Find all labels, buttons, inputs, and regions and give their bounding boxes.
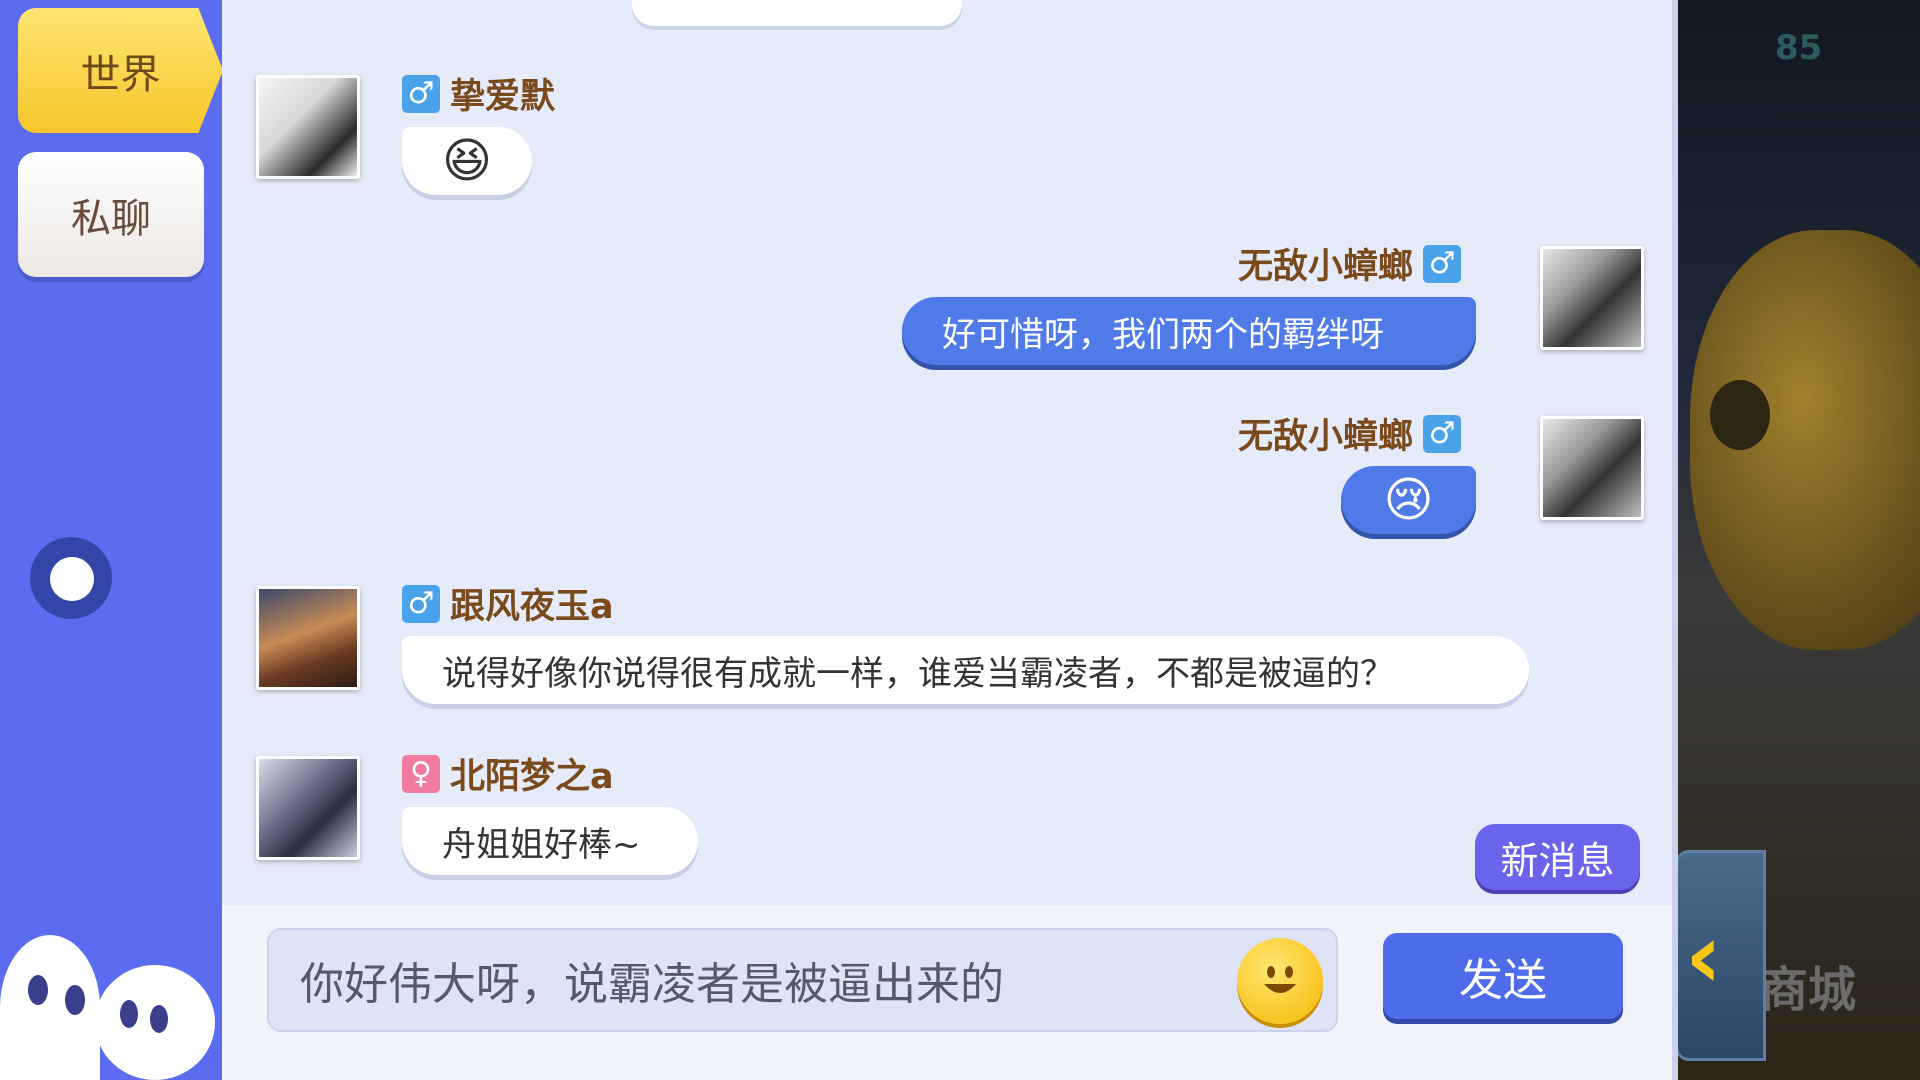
message-header: 无敌小蟑螂 ♂ (1238, 408, 1462, 459)
message-bubble: 舟姐姐好棒~ (402, 807, 698, 875)
username[interactable]: 挚爱默 (450, 68, 555, 119)
username[interactable]: 跟风夜玉a (450, 578, 614, 629)
new-message-button[interactable]: 新消息 (1475, 824, 1640, 890)
user-avatar[interactable] (256, 756, 360, 860)
message-header: ♂ 挚爱默 (402, 68, 555, 119)
user-avatar[interactable] (1540, 416, 1644, 520)
message-bubble: 好可惜呀，我们两个的羁绊呀 (902, 297, 1476, 365)
message-text: 说得好像你说得很有成就一样，谁爱当霸凌者，不都是被逼的？ (442, 653, 1394, 694)
username[interactable]: 无敌小蟑螂 (1238, 238, 1413, 289)
tab-private-chat[interactable]: 私聊 (18, 152, 204, 277)
message-header: 无敌小蟑螂 ♂ (1238, 238, 1462, 289)
username[interactable]: 北陌梦之a (450, 748, 614, 799)
message-bubble: 😆 (402, 127, 532, 195)
partial-message-bubble (632, 0, 962, 26)
toggle-dot-icon (50, 557, 94, 601)
crying-emoji-icon: 😢 (1383, 472, 1434, 528)
message-text: 舟姐姐好棒~ (442, 824, 641, 865)
send-button[interactable]: 发送 (1383, 933, 1623, 1019)
message-header: ♀ 北陌梦之a (402, 748, 614, 799)
user-avatar[interactable] (256, 75, 360, 179)
duck-eye (1710, 380, 1770, 450)
male-gender-icon: ♂ (1423, 414, 1462, 453)
message-text: 好可惜呀，我们两个的羁绊呀 (942, 314, 1384, 355)
tab-world-label: 世界 (80, 51, 161, 98)
male-gender-icon: ♂ (402, 584, 440, 623)
message-bubble: 说得好像你说得很有成就一样，谁爱当霸凌者，不都是被逼的？ (402, 636, 1529, 704)
female-gender-icon: ♀ (402, 754, 440, 793)
tab-world[interactable]: 世界 (18, 8, 223, 133)
laughing-emoji-icon: 😆 (441, 133, 493, 189)
message-header: ♂ 跟风夜玉a (402, 578, 614, 629)
user-avatar[interactable] (256, 586, 360, 690)
male-gender-icon: ♂ (1423, 244, 1462, 283)
message-bubble: 😢 (1341, 466, 1476, 534)
male-gender-icon: ♂ (402, 74, 440, 113)
message-input-text[interactable]: 你好伟大呀，说霸凌者是被逼出来的 (300, 948, 1004, 1012)
score-counter: 85 (1775, 28, 1823, 68)
chevron-left-icon[interactable]: ‹ (1685, 912, 1722, 1002)
shop-label[interactable]: 商城 (1760, 950, 1856, 1020)
chat-sidebar: 世界 私聊 (0, 0, 223, 1080)
username[interactable]: 无敌小蟑螂 (1238, 408, 1413, 459)
smiley-icon (1264, 966, 1296, 993)
user-avatar[interactable] (1540, 246, 1644, 350)
tab-private-label: 私聊 (71, 195, 151, 242)
